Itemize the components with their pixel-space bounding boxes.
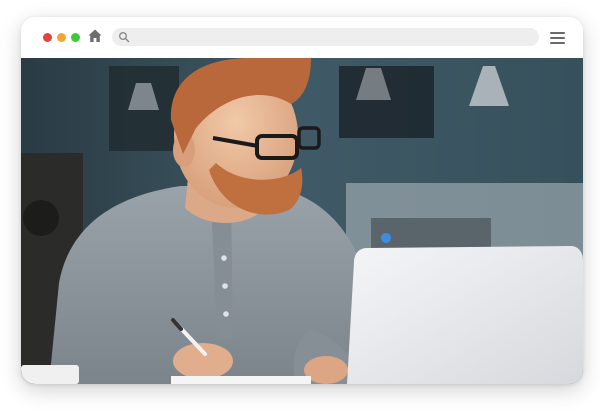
notepad (171, 376, 311, 384)
hero-photo-illustration (21, 58, 583, 384)
maximize-window-button[interactable] (71, 33, 80, 42)
browser-toolbar (21, 17, 583, 58)
minimize-window-button[interactable] (57, 33, 66, 42)
background-equipment (371, 218, 491, 248)
shirt-button (222, 283, 228, 289)
background-object (23, 200, 59, 236)
person-hand (173, 343, 233, 379)
close-window-button[interactable] (43, 33, 52, 42)
address-bar[interactable] (112, 28, 539, 48)
home-icon (88, 29, 102, 42)
search-icon (119, 32, 130, 43)
shirt-button (223, 311, 229, 317)
shirt-button (221, 255, 227, 261)
browser-window (21, 17, 583, 384)
hamburger-menu-icon (550, 32, 565, 34)
background-light (381, 233, 391, 243)
hero-photo (21, 58, 583, 384)
wall-frame (339, 66, 434, 138)
stage (0, 0, 600, 418)
home-button[interactable] (87, 28, 103, 44)
coffee-cup (21, 365, 79, 384)
address-input[interactable] (134, 28, 533, 48)
menu-button[interactable] (550, 31, 566, 45)
laptop (347, 246, 583, 384)
